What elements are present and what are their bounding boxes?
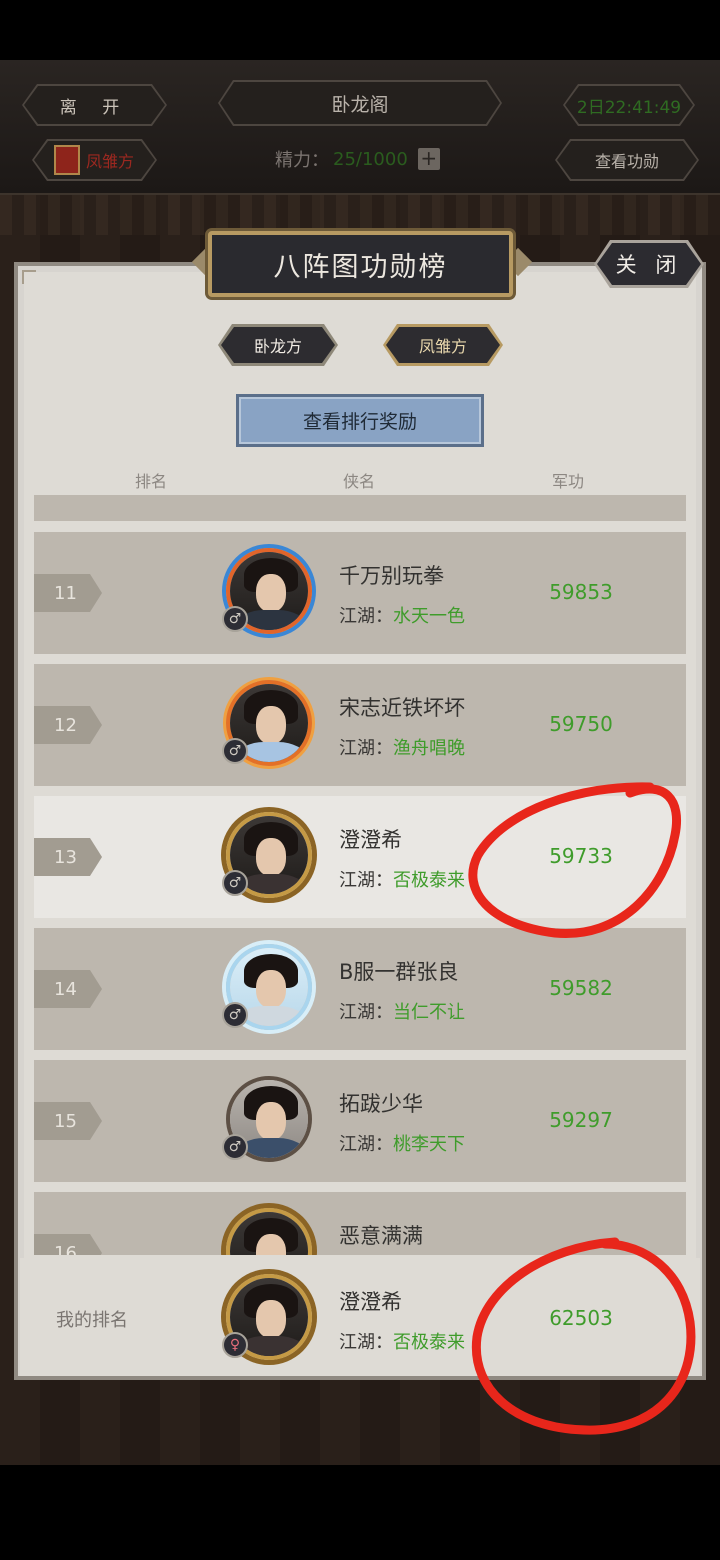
column-header-name: 侠名 xyxy=(343,472,376,491)
corner-ornament xyxy=(22,270,36,284)
rank-badge: 15 xyxy=(34,1102,102,1140)
column-header-merit: 军功 xyxy=(552,472,585,491)
player-name: 恶意满满 xyxy=(339,1224,423,1248)
player-guild: 江湖：当仁不让 xyxy=(339,1002,465,1023)
add-stamina-button[interactable]: + xyxy=(417,148,440,170)
close-button[interactable]: 关 闭 xyxy=(594,240,704,288)
player-guild: 江湖：渔舟唱晚 xyxy=(339,738,465,759)
stamina-value: 25/1000 xyxy=(333,148,408,170)
player-avatar xyxy=(226,1208,312,1255)
faction-button[interactable]: 凤雏方 xyxy=(32,139,157,181)
rank-badge: 16 xyxy=(34,1234,102,1255)
location-title: 卧龙阁 xyxy=(218,80,502,126)
tab-wolong-label: 卧龙方 xyxy=(221,327,335,363)
table-row-partial xyxy=(34,495,686,521)
view-merit-label: 查看功勋 xyxy=(557,141,697,179)
my-guild: 江湖：否极泰来 xyxy=(339,1332,465,1353)
table-row[interactable]: 15 ♂ 拓跋少华 江湖：桃李天下 59297 xyxy=(34,1060,686,1182)
merit-score: 59297 xyxy=(549,1108,613,1132)
close-button-label: 关 闭 xyxy=(597,243,701,285)
clock-text: 2日22:41:49 xyxy=(565,86,693,124)
female-icon: ♀ xyxy=(222,1332,248,1358)
player-name: B服一群张良 xyxy=(339,960,459,984)
player-name: 千万别玩拳 xyxy=(339,564,444,588)
table-row-self[interactable]: 13 ♂ 澄澄希 江湖：否极泰来 59733 xyxy=(34,796,686,918)
male-icon: ♂ xyxy=(222,1134,248,1160)
view-merit-button[interactable]: 查看功勋 xyxy=(555,139,699,181)
view-rank-reward-button[interactable]: 查看排行奖励 xyxy=(236,394,484,447)
merit-score: 59582 xyxy=(549,976,613,1000)
tab-fengchu-label: 凤雏方 xyxy=(386,327,500,363)
player-name: 宋志近铁坏坏 xyxy=(339,696,465,720)
player-guild: 江湖：水天一色 xyxy=(339,606,465,627)
my-merit-score: 62503 xyxy=(549,1306,613,1330)
table-row[interactable]: 16 恶意满满 xyxy=(34,1192,686,1255)
rank-badge: 12 xyxy=(34,706,102,744)
table-row[interactable]: 12 ♂ 宋志近铁坏坏 江湖：渔舟唱晚 59750 xyxy=(34,664,686,786)
clock-display: 2日22:41:49 xyxy=(563,84,695,126)
merit-score: 59750 xyxy=(549,712,613,736)
faction-flag-icon xyxy=(54,145,80,175)
male-icon: ♂ xyxy=(222,738,248,764)
stamina-label: 精力： xyxy=(275,150,329,171)
bottom-area xyxy=(0,1465,720,1560)
rank-badge: 14 xyxy=(34,970,102,1008)
my-rank-label: 我的排名 xyxy=(56,1310,128,1331)
player-name: 拓跋少华 xyxy=(339,1092,423,1116)
table-row[interactable]: 11 ♂ 千万别玩拳 江湖：水天一色 59853 xyxy=(34,532,686,654)
tab-fengchu[interactable]: 凤雏方 xyxy=(383,324,503,366)
player-name: 澄澄希 xyxy=(339,828,402,852)
merit-score: 59733 xyxy=(549,844,613,868)
leave-button-label: 离 开 xyxy=(24,86,165,124)
player-guild: 江湖：否极泰来 xyxy=(339,870,465,891)
merit-score: 59853 xyxy=(549,580,613,604)
table-row[interactable]: 14 ♂ B服一群张良 江湖：当仁不让 59582 xyxy=(34,928,686,1050)
ranking-list[interactable]: 11 ♂ 千万别玩拳 江湖：水天一色 59853 12 ♂ 宋志近铁坏坏 江湖：… xyxy=(34,495,686,1255)
my-rank-row[interactable]: 我的排名 ♀ 澄澄希 江湖：否极泰来 62503 xyxy=(20,1258,700,1376)
rank-badge: 13 xyxy=(34,838,102,876)
my-name: 澄澄希 xyxy=(339,1290,402,1314)
column-header-rank: 排名 xyxy=(135,472,168,491)
male-icon: ♂ xyxy=(222,870,248,896)
tab-wolong[interactable]: 卧龙方 xyxy=(218,324,338,366)
rank-badge: 11 xyxy=(34,574,102,612)
leave-button[interactable]: 离 开 xyxy=(22,84,167,126)
faction-label: 凤雏方 xyxy=(86,152,135,171)
status-area xyxy=(0,0,720,60)
panel-title: 八阵图功勋榜 xyxy=(208,231,513,297)
male-icon: ♂ xyxy=(222,606,248,632)
stamina-display: 精力： 25/1000 + xyxy=(275,145,440,173)
male-icon: ♂ xyxy=(222,1002,248,1028)
player-guild: 江湖：桃李天下 xyxy=(339,1134,465,1155)
location-title-text: 卧龙阁 xyxy=(220,82,500,124)
